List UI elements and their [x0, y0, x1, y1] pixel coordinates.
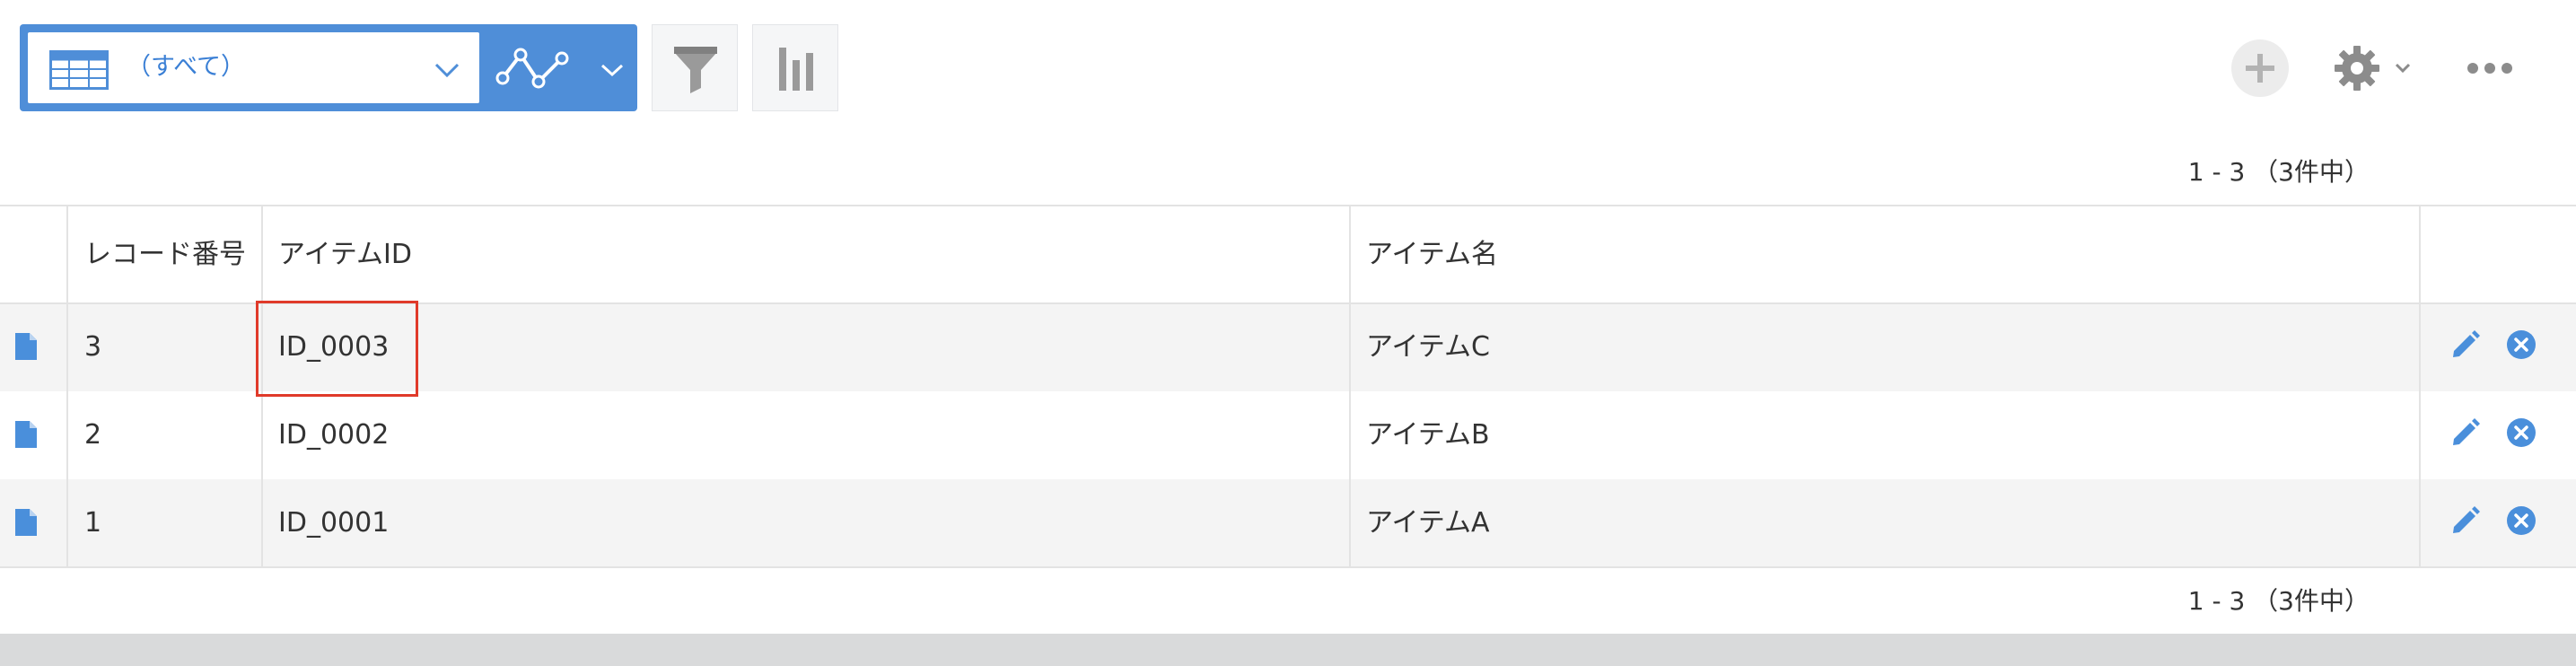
chevron-down-icon — [2395, 63, 2411, 74]
column-header-item-id[interactable]: アイテムID — [278, 237, 412, 273]
record-number-cell: 3 — [84, 331, 102, 363]
item-id-cell: ID_0001 — [278, 507, 390, 539]
header-divider — [0, 302, 2576, 304]
settings-button[interactable] — [2334, 41, 2414, 95]
gear-icon — [2335, 46, 2379, 91]
delete-circle-icon[interactable] — [2506, 329, 2537, 360]
pencil-icon[interactable] — [2450, 505, 2481, 536]
column-divider — [66, 206, 68, 566]
table-grid-icon — [49, 50, 109, 90]
view-dropdown[interactable]: （すべて） — [28, 32, 479, 103]
column-divider — [261, 206, 263, 566]
table-row: 2 ID_0002 アイテムB — [0, 391, 2576, 479]
record-detail-icon[interactable] — [15, 509, 37, 536]
record-detail-icon[interactable] — [15, 421, 37, 448]
item-name-cell: アイテムA — [1366, 507, 1490, 539]
chevron-down-icon — [600, 64, 624, 77]
column-header-item-name[interactable]: アイテム名 — [1366, 237, 1498, 273]
line-graph-icon — [495, 48, 569, 89]
bar-chart-icon — [779, 48, 813, 91]
item-id-cell: ID_0002 — [278, 419, 390, 451]
funnel-icon — [674, 47, 717, 93]
record-number-cell: 1 — [84, 507, 102, 539]
record-list-table: レコード番号 アイテムID アイテム名 3 ID_0003 アイテムC 2 ID… — [0, 205, 2576, 568]
pagination-info-bottom: 1 - 3 （3件中） — [2187, 586, 2370, 616]
footer-bar — [0, 634, 2576, 666]
item-name-cell: アイテムB — [1366, 419, 1490, 451]
filter-button[interactable] — [652, 24, 738, 111]
view-selector-bar: （すべて） — [20, 24, 637, 111]
pencil-icon[interactable] — [2450, 329, 2481, 360]
view-name: （すべて） — [127, 53, 246, 81]
record-number-cell: 2 — [84, 419, 102, 451]
record-detail-icon[interactable] — [15, 333, 37, 360]
chevron-down-icon — [434, 63, 460, 78]
add-record-button[interactable] — [2231, 39, 2289, 97]
item-name-cell: アイテムC — [1366, 331, 1490, 363]
column-divider — [2419, 206, 2421, 566]
pencil-icon[interactable] — [2450, 417, 2481, 448]
column-header-record-number[interactable]: レコード番号 — [84, 237, 246, 273]
graph-dropdown-button[interactable] — [479, 24, 637, 111]
column-divider — [1349, 206, 1351, 566]
pagination-info-top: 1 - 3 （3件中） — [2187, 157, 2370, 187]
chart-button[interactable] — [752, 24, 838, 111]
item-id-cell: ID_0003 — [278, 331, 390, 363]
table-row: 1 ID_0001 アイテムA — [0, 479, 2576, 566]
table-header-row: レコード番号 アイテムID アイテム名 — [0, 206, 2576, 303]
delete-circle-icon[interactable] — [2506, 505, 2537, 536]
ellipsis-icon[interactable] — [2466, 59, 2513, 77]
delete-circle-icon[interactable] — [2506, 417, 2537, 448]
table-row: 3 ID_0003 アイテムC — [0, 303, 2576, 391]
plus-icon — [2246, 54, 2274, 83]
